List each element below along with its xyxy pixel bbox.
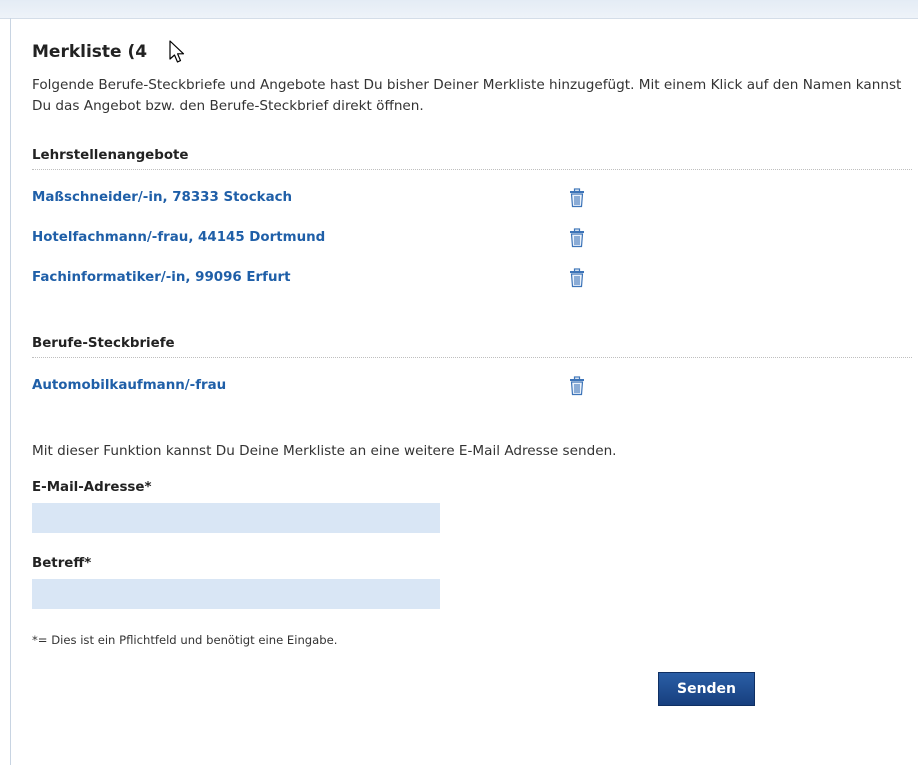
left-border-line xyxy=(10,18,11,765)
page-title: Merkliste (4 xyxy=(32,42,148,62)
list-item: Hotelfachmann/-frau, 44145 Dortmund xyxy=(32,228,912,254)
section-heading-lehrstellen: Lehrstellenangebote xyxy=(32,148,912,170)
section-heading-steckbriefe: Berufe-Steckbriefe xyxy=(32,336,912,358)
send-description: Mit dieser Funktion kannst Du Deine Merk… xyxy=(32,443,617,459)
email-label: E-Mail-Adresse* xyxy=(32,480,152,495)
send-button[interactable]: Senden xyxy=(658,672,755,706)
offer-link-fachinformatiker[interactable]: Fachinformatiker/-in, 99096 Erfurt xyxy=(32,270,291,285)
offer-link-hotelfachmann[interactable]: Hotelfachmann/-frau, 44145 Dortmund xyxy=(32,230,325,245)
email-field[interactable] xyxy=(32,503,440,533)
top-banner-strip xyxy=(0,0,918,19)
mouse-cursor-icon xyxy=(169,40,185,63)
trash-icon[interactable] xyxy=(568,268,586,288)
trash-icon[interactable] xyxy=(568,228,586,248)
offer-link-massschneider[interactable]: Maßschneider/-in, 78333 Stockach xyxy=(32,190,292,205)
list-item: Automobilkaufmann/-frau xyxy=(32,376,912,402)
subject-label: Betreff* xyxy=(32,556,92,571)
required-field-note: *= Dies ist ein Pflichtfeld und benötigt… xyxy=(32,633,338,647)
subject-field[interactable] xyxy=(32,579,440,609)
profile-link-automobilkaufmann[interactable]: Automobilkaufmann/-frau xyxy=(32,378,226,393)
trash-icon[interactable] xyxy=(568,188,586,208)
list-item: Maßschneider/-in, 78333 Stockach xyxy=(32,188,912,214)
trash-icon[interactable] xyxy=(568,376,586,396)
list-item: Fachinformatiker/-in, 99096 Erfurt xyxy=(32,268,912,294)
intro-text: Folgende Berufe-Steckbriefe und Angebote… xyxy=(32,77,902,114)
